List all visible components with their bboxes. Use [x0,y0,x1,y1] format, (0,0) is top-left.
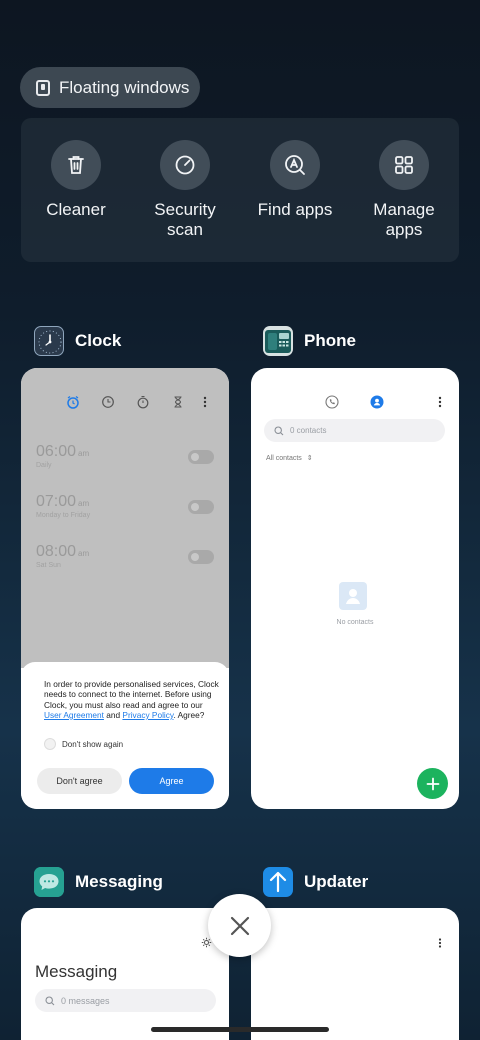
messaging-app-name: Messaging [75,872,163,891]
user-agreement-link[interactable]: User Agreement [44,710,104,720]
home-indicator[interactable] [151,1027,329,1032]
phone-app-name: Phone [304,331,356,350]
alarm-time: 07:00 [36,493,77,510]
checkbox-circle [44,738,56,750]
phone-app-header[interactable]: Phone [263,326,356,356]
trash-icon [51,140,101,190]
search-icon [274,425,284,435]
find-apps-button[interactable]: Find apps [245,140,345,220]
floating-windows-label: Floating windows [59,77,190,97]
quick-actions-panel: Cleaner Security scan Find apps Manage a… [21,118,459,262]
add-contact-button[interactable] [417,768,448,799]
filter-label: All contacts [266,454,302,462]
alarm-ampm: am [78,449,90,458]
world-clock-tab-icon [102,396,114,408]
security-scan-button[interactable]: Security scan [135,140,235,240]
alarm-time: 06:00 [36,443,77,460]
alarm-toggle[interactable] [188,500,214,514]
more-options-icon [203,396,207,408]
more-options-icon [438,938,442,948]
messaging-app-header[interactable]: Messaging [34,867,163,897]
clock-app-name: Clock [75,331,122,350]
security-scan-label-2: scan [167,220,203,239]
manage-apps-label: Manage [373,200,435,219]
phone-app-icon [263,326,293,356]
messaging-app-card[interactable]: Messaging 0 messages [21,908,229,1040]
sort-arrows-icon: ⇕ [306,455,313,462]
find-apps-icon [270,140,320,190]
plus-icon [426,777,439,790]
empty-contacts-icon [339,582,367,610]
empty-state-label: No contacts [336,619,374,626]
search-placeholder: 0 contacts [290,426,327,435]
internet-permission-dialog: In order to provide personalised service… [21,662,229,809]
messages-search-input[interactable]: 0 messages [35,989,216,1012]
alarm-time: 08:00 [36,543,77,560]
contacts-search-input[interactable]: 0 contacts [264,419,445,442]
alarm-repeat: Sat Sun [36,562,61,569]
updater-app-header[interactable]: Updater [263,867,368,897]
stopwatch-tab-icon [137,395,149,409]
contacts-tab-icon [370,395,384,409]
security-scan-icon [160,140,210,190]
call-log-tab-icon [325,395,339,409]
alarm-repeat: Daily [36,462,52,469]
manage-apps-label-2: apps [385,220,423,239]
floating-windows-button[interactable]: Floating windows [20,67,200,108]
alarm-item[interactable]: 08:00 am Sat Sun [36,543,89,569]
updater-app-name: Updater [304,872,369,891]
cleaner-label: Cleaner [46,200,106,219]
alarm-item[interactable]: 06:00 am Daily [36,443,89,469]
messaging-app-icon [34,867,64,897]
clock-app-icon [34,326,64,356]
manage-apps-icon [379,140,429,190]
alarm-repeat: Monday to Friday [36,512,91,519]
updater-app-icon [263,867,293,897]
contacts-filter-dropdown[interactable]: All contacts ⇕ [266,454,313,463]
alarm-tab-icon [67,395,79,409]
more-options-icon [438,396,442,408]
messaging-title: Messaging [35,962,118,981]
clock-app-header[interactable]: Clock [34,326,121,356]
dont-agree-button[interactable]: Don't agree [37,768,122,794]
clock-app-card[interactable]: 06:00 am Daily 07:00 am Monday to Friday 0… [21,368,229,809]
timer-tab-icon [174,396,182,408]
updater-app-card[interactable] [251,908,459,1040]
checkbox-label: Don't show again [62,739,124,749]
dialog-message: In order to provide personalised service… [44,679,219,720]
manage-apps-button[interactable]: Manage apps [354,140,454,240]
cleaner-button[interactable]: Cleaner [26,140,126,220]
close-icon [230,916,249,935]
phone-app-card[interactable]: 0 contacts All contacts ⇕ No contacts [251,368,459,809]
floating-window-icon [36,79,50,96]
alarm-toggle[interactable] [188,550,214,564]
dont-show-again-checkbox[interactable]: Don't show again [44,738,123,750]
agree-button[interactable]: Agree [129,768,214,794]
alarm-toggle[interactable] [188,450,214,464]
search-placeholder: 0 messages [61,995,110,1006]
security-scan-label: Security [154,200,216,219]
alarm-item[interactable]: 07:00 am Monday to Friday [36,493,90,519]
privacy-policy-link[interactable]: Privacy Policy [122,710,173,720]
alarm-ampm: am [78,549,90,558]
find-apps-label: Find apps [257,200,333,219]
alarm-ampm: am [78,499,90,508]
clock-app-background: 06:00 am Daily 07:00 am Monday to Friday 0… [21,368,229,668]
search-icon [45,995,55,1005]
close-all-button[interactable] [208,894,271,957]
